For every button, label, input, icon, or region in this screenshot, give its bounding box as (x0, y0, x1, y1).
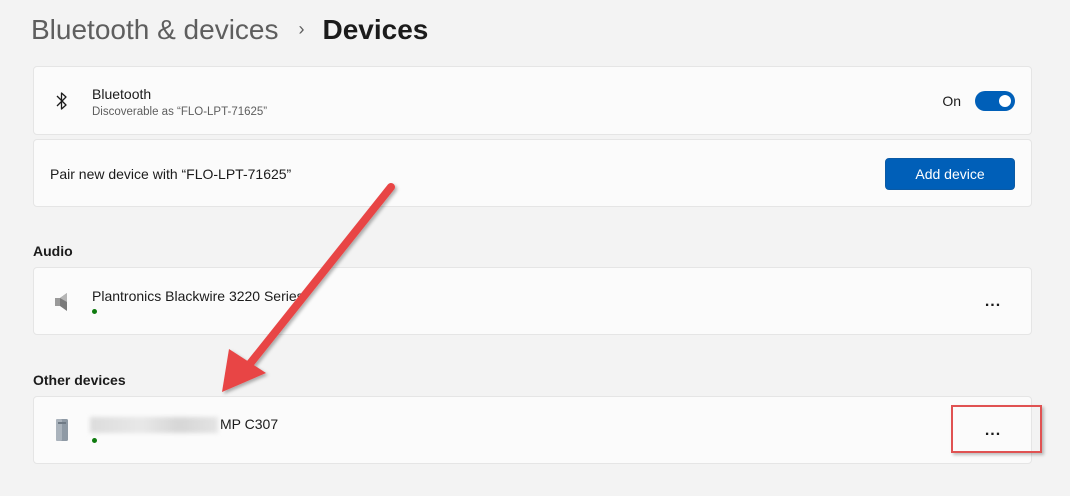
redacted-name-block (90, 417, 218, 434)
bluetooth-subtitle: Discoverable as “FLO-LPT-71625” (92, 106, 268, 118)
breadcrumb-separator: › (298, 19, 305, 39)
pair-device-label: Pair new device with “FLO-LPT-71625” (50, 166, 292, 182)
connected-status-dot (92, 309, 97, 314)
printer-tower-icon (52, 418, 72, 442)
add-device-button[interactable]: Add device (885, 158, 1015, 190)
toggle-state-label: On (942, 93, 961, 109)
page-title: Devices (322, 14, 429, 45)
audio-device-card[interactable]: Plantronics Blackwire 3220 Series ... (33, 267, 1032, 335)
section-other-devices-heading: Other devices (33, 372, 126, 388)
other-device-name: MP C307 (90, 416, 279, 434)
breadcrumb-parent[interactable]: Bluetooth & devices (31, 12, 279, 48)
other-device-card[interactable]: MP C307 ... (33, 396, 1032, 464)
breadcrumb: Bluetooth & devices › Devices (31, 12, 428, 48)
connected-status-dot (92, 438, 97, 443)
pair-device-card: Pair new device with “FLO-LPT-71625” Add… (33, 139, 1032, 207)
toggle-knob (999, 95, 1011, 107)
section-audio-heading: Audio (33, 243, 73, 259)
bluetooth-toggle[interactable] (975, 91, 1015, 111)
bluetooth-title: Bluetooth (92, 86, 152, 102)
annotation-highlight-box (951, 405, 1042, 453)
other-device-model: MP C307 (220, 416, 279, 432)
bluetooth-icon (52, 89, 72, 113)
bluetooth-card: Bluetooth Discoverable as “FLO-LPT-71625… (33, 66, 1032, 135)
bluetooth-toggle-group: On (942, 91, 1015, 111)
audio-device-name: Plantronics Blackwire 3220 Series (92, 288, 304, 304)
audio-device-more-button[interactable]: ... (981, 292, 1005, 312)
speaker-icon (52, 290, 72, 314)
